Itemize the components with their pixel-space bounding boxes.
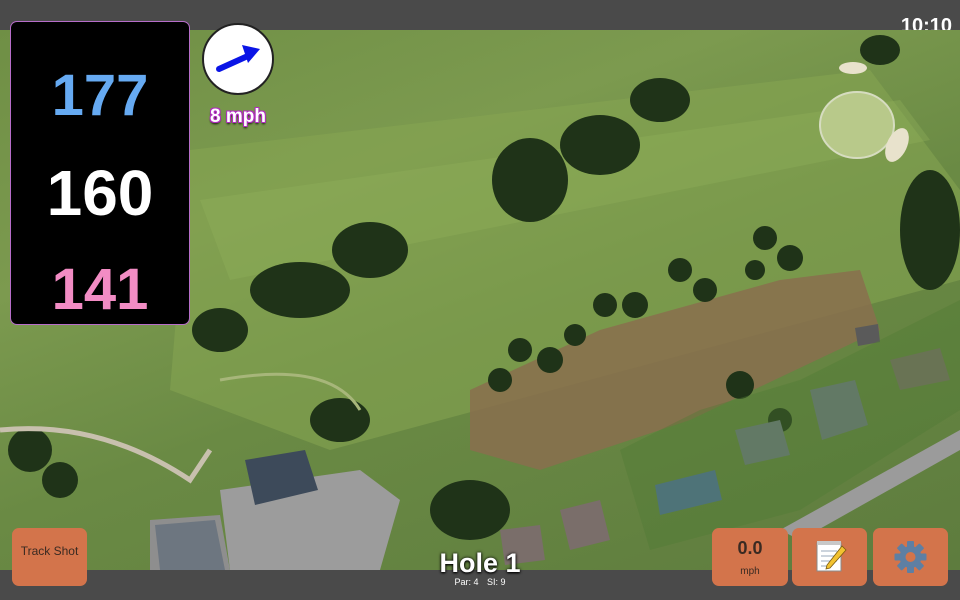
wind-speed: 8 mph (210, 106, 266, 127)
hole-par: Par: 4 (454, 577, 479, 587)
track-shot-label: Track Shot (20, 544, 79, 558)
distance-front: 141 (51, 257, 149, 322)
wind-direction-arrow-icon (216, 45, 260, 72)
distance-back: 177 (51, 63, 149, 128)
notes-button[interactable] (792, 528, 867, 586)
hole-info: Par: 4 SI: 9 (380, 577, 580, 587)
speed-value: 0.0 (737, 538, 763, 558)
distance-middle: 160 (46, 157, 154, 229)
gear-icon (894, 541, 927, 573)
speed-unit: mph (740, 566, 760, 577)
hole-si: SI: 9 (487, 577, 506, 587)
track-shot-button[interactable]: Track Shot (12, 528, 87, 586)
distance-panel: 177 160 141 (11, 22, 189, 324)
notepad-icon (816, 541, 847, 572)
hole-title: Hole 1 (439, 548, 521, 578)
settings-button[interactable] (873, 528, 948, 586)
wind-indicator (202, 23, 274, 95)
speed-button[interactable]: 0.0 mph (712, 528, 788, 586)
